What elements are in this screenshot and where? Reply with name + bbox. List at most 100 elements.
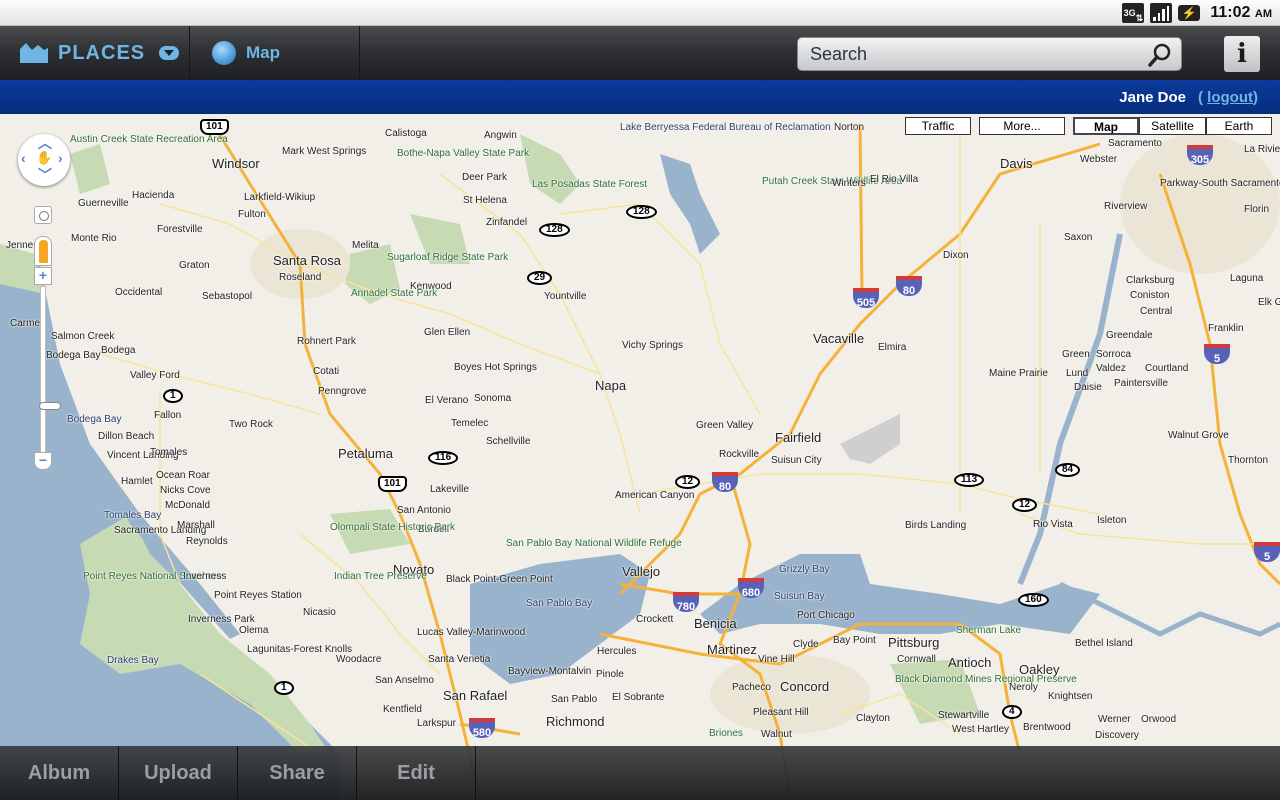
map-type-map-button[interactable]: Map [1073,117,1139,135]
map-place-label: Boyes Hot Springs [454,362,537,373]
map-place-label: Nicks Cove [160,485,211,496]
signal-strength-icon [1150,2,1173,23]
pan-right-icon[interactable]: › [58,151,63,165]
map-type-earth-button[interactable]: Earth [1206,117,1272,135]
state-route-shield: 128 [539,223,570,237]
state-route-shield: 12 [675,475,701,489]
map-place-label: Inverness [183,571,227,582]
share-button[interactable]: Share [238,746,357,800]
map-place-label: Winters [832,178,866,189]
austin-creek-park [70,144,110,194]
map-place-label: Reynolds [186,536,228,547]
map-place-label: Greendale [1106,330,1153,341]
search-icon[interactable] [1147,42,1173,68]
zoom-out-button[interactable]: − [34,452,52,470]
map-place-label: Lucas Valley-Marinwood [417,627,526,638]
map-place-label: Vallejo [622,564,661,579]
map-place-label: Walnut [761,729,792,740]
map-place-label: Pacheco [732,682,771,693]
map-place-label: Ocean Roar [156,470,210,481]
map-type-satellite-button[interactable]: Satellite [1139,117,1206,135]
reset-view-button[interactable] [34,206,52,224]
zoom-in-button[interactable]: + [34,267,52,285]
map-place-label: Stewartville [938,710,990,721]
map-place-label: Fulton [238,209,266,220]
map-place-label: Santa Venetia [428,654,491,665]
map-place-label: American Canyon [615,490,695,501]
map-place-label: Pleasant Hill [753,707,809,718]
map-view[interactable]: Austin Creek State Recreation Area Calist… [0,114,1280,800]
map-place-label: Crockett [636,614,674,625]
search-box[interactable] [797,37,1182,71]
map-place-label: West Hartley [952,724,1010,735]
map-place-label: Temelec [451,418,489,429]
chevron-down-icon[interactable] [159,46,180,60]
pan-control[interactable]: ︿ ﹀ ‹ › ✋ [18,134,70,186]
map-overlay-buttons: Traffic More... [905,117,1065,135]
user-bar: Jane Doe ( logout) [0,80,1280,114]
places-menu-button[interactable]: PLACES [0,26,190,80]
traffic-button[interactable]: Traffic [905,117,971,135]
zoom-slider-track[interactable] [39,286,61,456]
more-layers-button[interactable]: More... [979,117,1065,135]
us-route-shield: 101 [378,476,407,492]
map-place-label: Monte Rio [71,233,117,244]
map-place-label: Hamlet [121,476,153,487]
map-place-label: Bayview-Montalvin [508,666,592,677]
map-place-label: Woodacre [336,654,382,665]
map-place-label: Graton [179,260,210,271]
map-place-label: Angwin [484,130,517,141]
map-place-label: Two Rock [229,419,273,430]
map-place-label: Olema [239,625,269,636]
logout-link[interactable]: logout [1207,89,1253,106]
map-place-label: Black Point-Green Point [446,574,553,585]
map-place-label: Bodega [101,345,136,356]
hwy-505 [858,123,864,295]
map-place-label: Bothe-Napa Valley State Park [397,148,530,159]
map-place-label: San Pablo Bay National Wildlife Refuge [506,538,682,549]
delta-channels [1058,581,1280,637]
map-place-label: Rockville [719,449,760,460]
tab-map[interactable]: Map [190,26,360,80]
edit-button[interactable]: Edit [357,746,476,800]
upload-button[interactable]: Upload [119,746,238,800]
map-place-label: Webster [1080,154,1118,165]
map-place-label: Salmon Creek [51,331,115,342]
search-input[interactable] [810,43,1140,65]
map-place-label: Thornton [1228,455,1269,466]
map-place-label: Walnut Grove [1168,430,1229,441]
zoom-slider-handle[interactable] [39,401,61,410]
pan-up-icon[interactable]: ︿ [38,136,52,150]
album-button[interactable]: Album [0,746,119,800]
map-place-label: Calistoga [385,128,427,139]
battery-charging-icon: ⚡ [1178,4,1201,21]
map-place-label: Indian Tree Preserve [334,571,427,582]
zoom-control: + − [34,236,61,472]
state-route-shield: 113 [954,473,985,487]
map-place-label: Bay Point [833,635,876,646]
map-place-label: Vacaville [813,331,865,346]
mountains-icon [20,43,48,63]
map-place-label: St Helena [463,195,507,206]
map-place-label: Sebastopol [202,291,253,302]
state-route-shield: 1 [163,389,183,403]
map-place-label: Bethel Island [1075,638,1133,649]
hand-icon: ✋ [36,150,53,165]
state-route-shield: 128 [626,205,657,219]
map-place-label: Guerneville [78,198,129,209]
pan-left-icon[interactable]: ‹ [21,151,26,165]
map-place-label: Rohnert Park [297,336,356,347]
map-place-label: Paintersville [1114,378,1168,389]
pegman-streetview-icon[interactable] [34,236,52,266]
map-place-label: Sacramento [1108,138,1162,149]
map-place-label: Hercules [597,646,637,657]
map-place-label: Central [1140,306,1173,317]
map-place-label: Concord [780,679,830,694]
map-place-label: Coniston [1130,290,1170,301]
pan-down-icon[interactable]: ﹀ [38,168,52,182]
map-place-label: Forestville [157,224,203,235]
map-place-label: Sherman Lake [956,625,1022,636]
map-place-label: San Anselmo [375,675,434,686]
info-button[interactable]: i [1224,36,1260,72]
map-place-label: Suisun Bay [774,591,825,602]
